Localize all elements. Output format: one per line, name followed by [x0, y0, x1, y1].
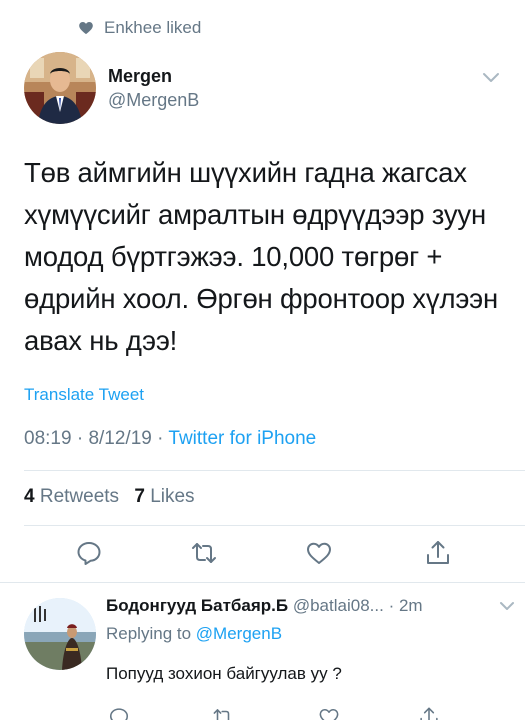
retweets-stat[interactable]: 4 Retweets	[24, 486, 119, 507]
tweet-time: 08:19	[24, 428, 72, 449]
replying-to: Replying to @MergenB	[106, 624, 282, 644]
author-avatar[interactable]	[24, 52, 96, 124]
reply-author-avatar[interactable]	[24, 598, 96, 670]
reply-tweet[interactable]: Бодонгууд Батбаяр.Б @batlai08... · 2m Re…	[0, 588, 525, 720]
replying-prefix: Replying to	[106, 624, 192, 643]
retweet-icon[interactable]	[212, 706, 234, 720]
share-icon[interactable]	[418, 706, 440, 720]
reply-author-name[interactable]: Бодонгууд Батбаяр.Б	[106, 596, 288, 615]
retweets-label: Retweets	[39, 486, 120, 507]
tweet-text: Төв аймгийн шүүхийн гадна жагсах хүмүүси…	[24, 157, 498, 356]
chevron-down-icon[interactable]	[499, 600, 515, 612]
meta-separator: ·	[76, 428, 89, 449]
divider	[24, 470, 525, 471]
reply-text: Попууд зохион байгуулав уу ?	[106, 664, 342, 683]
likes-count: 7	[134, 486, 145, 507]
reply-separator: ·	[388, 596, 399, 615]
reply-time: 2m	[398, 596, 423, 615]
heart-icon	[79, 22, 93, 35]
reply-header: Бодонгууд Батбаяр.Б @batlai08... · 2m	[106, 596, 466, 616]
reply-icon[interactable]	[75, 539, 103, 567]
tweet-source-link[interactable]: Twitter for iPhone	[168, 428, 316, 449]
retweet-icon[interactable]	[190, 539, 218, 567]
social-context: Enkhee liked	[78, 16, 201, 40]
reply-icon[interactable]	[108, 706, 130, 720]
tweet-stats: 4 Retweets 7 Likes	[24, 486, 195, 508]
tweet-date: 8/12/19	[88, 428, 152, 449]
divider	[0, 582, 525, 583]
liked-by-text: Enkhee liked	[104, 18, 202, 37]
chevron-down-icon[interactable]	[481, 70, 501, 84]
share-icon[interactable]	[424, 539, 452, 567]
author-avatar-image	[24, 52, 96, 124]
likes-label: Likes	[150, 486, 195, 507]
replying-to-mention[interactable]: @MergenB	[196, 624, 282, 643]
author-name[interactable]: Mergen	[108, 66, 172, 87]
reply-action-bar	[0, 706, 525, 720]
reply-author-handle[interactable]: @batlai08...	[293, 596, 384, 615]
divider	[24, 525, 525, 526]
retweets-count: 4	[24, 486, 35, 507]
tweet-action-bar	[0, 539, 525, 569]
like-icon[interactable]	[305, 539, 333, 567]
tweet-author: Mergen @MergenB	[24, 52, 501, 128]
likes-stat[interactable]: 7 Likes	[134, 486, 194, 507]
like-icon[interactable]	[318, 706, 340, 720]
tweet-meta: 08:19 · 8/12/19 · Twitter for iPhone	[24, 428, 316, 450]
translate-tweet-link[interactable]: Translate Tweet	[24, 385, 144, 405]
author-handle[interactable]: @MergenB	[108, 90, 199, 111]
meta-separator: ·	[157, 428, 169, 449]
reply-avatar-image	[24, 598, 96, 670]
